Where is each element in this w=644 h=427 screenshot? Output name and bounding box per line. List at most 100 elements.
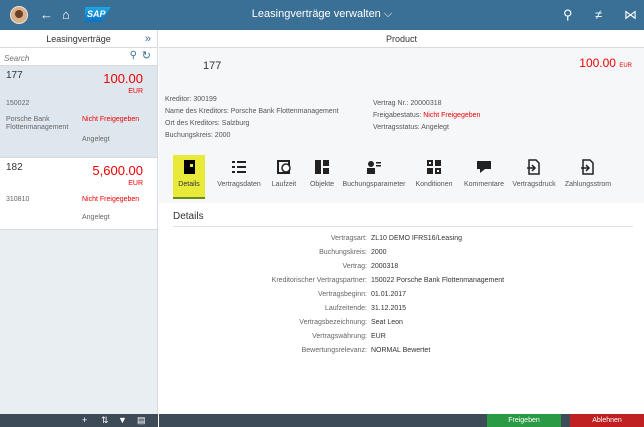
item-currency: EUR bbox=[128, 180, 143, 187]
form-row: Vertrag: 2000318 bbox=[159, 263, 644, 273]
group-icon[interactable]: ▤ bbox=[137, 415, 146, 426]
item-amount: 100.00 bbox=[103, 71, 143, 86]
objects-icon bbox=[314, 159, 330, 175]
tab-kommentare[interactable]: Kommentare bbox=[462, 155, 506, 199]
field-label: Vertragswährung: bbox=[312, 333, 367, 340]
master-footer: + ⇅ ▼ ▤ bbox=[0, 414, 158, 427]
form-row: Vertragsbezeichnung: Seat Leon bbox=[159, 319, 644, 329]
detail-header: Product bbox=[159, 30, 644, 48]
field-label: Vertragsbezeichnung: bbox=[299, 319, 367, 326]
tab-objekte[interactable]: Objekte bbox=[306, 155, 338, 199]
tab-konditionen[interactable]: Konditionen bbox=[414, 155, 454, 199]
field-label: Bewertungsrelevanz: bbox=[301, 347, 367, 354]
attr-release-status: Freigabestatus: Nicht Freigegeben bbox=[373, 112, 480, 119]
item-vendor-id: 150022 bbox=[6, 100, 30, 107]
field-value: 150022 Porsche Bank Flottenmanagement bbox=[371, 277, 505, 284]
tab-zahlungsstrom[interactable]: Zahlungsstrom bbox=[561, 155, 615, 199]
details-icon bbox=[181, 159, 197, 175]
shell-bar: ← ⌂ SAP Leasingverträge verwalten ⌵ ⚲ ≠ … bbox=[0, 0, 644, 30]
item-amount: 5,600.00 bbox=[92, 163, 143, 178]
calendar-clock-icon bbox=[276, 159, 292, 175]
search-icon[interactable]: ⚲ bbox=[563, 7, 573, 23]
item-release-status: Nicht Freigegeben bbox=[82, 116, 140, 123]
list-icon bbox=[231, 159, 247, 175]
tab-label: Vertragsdruck bbox=[512, 181, 556, 188]
attr-value: Nicht Freigegeben bbox=[423, 112, 481, 119]
attr-company-code: Buchungskreis: 2000 bbox=[165, 132, 231, 139]
attr-label: Vertrag Nr.: bbox=[373, 100, 411, 107]
attr-vendor-city: Ort des Kreditors: Salzburg bbox=[165, 120, 250, 127]
detail-panel: Product 177 100.00 EUR Kreditor: 300199 … bbox=[159, 30, 644, 427]
form-row: Vertragsbeginn: 01.01.2017 bbox=[159, 291, 644, 301]
item-currency: EUR bbox=[128, 88, 143, 95]
field-label: Vertragsart: bbox=[330, 235, 367, 242]
add-icon[interactable]: + bbox=[82, 415, 87, 425]
tab-buchungsparameter[interactable]: Buchungsparameter bbox=[341, 155, 407, 199]
item-release-status: Nicht Freigegeben bbox=[82, 196, 140, 203]
list-item[interactable]: 177 100.00 EUR 150022 Porsche Bank Flott… bbox=[0, 66, 157, 158]
reject-button[interactable]: Ablehnen bbox=[570, 414, 644, 427]
sort-icon[interactable]: ⇅ bbox=[101, 415, 109, 426]
list-item[interactable]: 182 5,600.00 EUR 310810 Nicht Freigegebe… bbox=[0, 158, 157, 230]
item-contract-status: Angelegt bbox=[82, 214, 110, 221]
approve-button[interactable]: Freigeben bbox=[487, 414, 561, 427]
field-value: 2000 bbox=[371, 249, 387, 256]
tab-label: Objekte bbox=[309, 181, 335, 188]
item-number: 177 bbox=[6, 70, 23, 81]
field-value: 2000318 bbox=[371, 263, 399, 270]
form-row: Vertragswährung: EUR bbox=[159, 333, 644, 343]
field-value: Seat Leon bbox=[371, 319, 403, 326]
form-row: Buchungskreis: 2000 bbox=[159, 249, 644, 259]
field-label: Kreditorischer Vertragspartner: bbox=[271, 277, 367, 284]
tab-label: Buchungsparameter bbox=[342, 181, 406, 188]
object-header: 177 100.00 EUR Kreditor: 300199 Name des… bbox=[159, 48, 644, 203]
attr-contract-status: Vertragsstatus: Angelegt bbox=[373, 124, 449, 131]
tab-vertragsdruck[interactable]: Vertragsdruck bbox=[511, 155, 557, 199]
master-title: Leasingverträge bbox=[46, 34, 111, 44]
app-title[interactable]: Leasingverträge verwalten ⌵ bbox=[0, 8, 644, 21]
form-row: Laufzeitende: 31.12.2015 bbox=[159, 305, 644, 315]
attr-value: Angelegt bbox=[421, 124, 449, 131]
form-row: Kreditorischer Vertragspartner: 150022 Po… bbox=[159, 277, 644, 287]
field-label: Laufzeitende: bbox=[324, 305, 367, 312]
object-title: 177 bbox=[203, 60, 222, 72]
attr-contract-no: Vertrag Nr.: 20000318 bbox=[373, 100, 442, 107]
master-header: Leasingverträge » bbox=[0, 30, 157, 48]
tab-label: Details bbox=[178, 181, 200, 188]
double-chevron-right-icon[interactable]: » bbox=[145, 30, 151, 48]
item-contract-status: Angelegt bbox=[82, 136, 110, 143]
field-value: ZL10 DEMO IFRS16/Leasing bbox=[371, 235, 463, 242]
filter-icon[interactable]: ▼ bbox=[118, 415, 127, 425]
tab-label: Kommentare bbox=[463, 181, 505, 188]
item-number: 182 bbox=[6, 162, 23, 173]
field-value: 31.12.2015 bbox=[371, 305, 407, 312]
tab-label: Laufzeit bbox=[271, 181, 297, 188]
section-title: Details bbox=[173, 211, 204, 222]
attr-label: Freigabestatus: bbox=[373, 112, 424, 119]
object-amount: 100.00 EUR bbox=[579, 56, 632, 70]
field-label: Buchungskreis: bbox=[319, 249, 367, 256]
tab-label: Konditionen bbox=[415, 181, 453, 188]
tab-vertragsdaten[interactable]: Vertragsdaten bbox=[215, 155, 263, 199]
comment-icon bbox=[476, 159, 492, 175]
master-panel: Leasingverträge » ⚲ ↻ 177 100.00 EUR 150… bbox=[0, 30, 158, 427]
search-icon[interactable]: ⚲ bbox=[130, 50, 137, 61]
attr-vendor: Kreditor: 300199 bbox=[165, 96, 217, 103]
filter-icon[interactable]: ≠ bbox=[595, 7, 602, 23]
icon-tab-bar: Details Vertragsdaten Laufzeit Objekte B… bbox=[159, 155, 644, 199]
attr-vendor-name: Name des Kreditors: Porsche Bank Flotten… bbox=[165, 108, 339, 115]
object-amount-value: 100.00 bbox=[579, 56, 616, 70]
object-amount-currency: EUR bbox=[619, 63, 632, 69]
form-row: Bewertungsrelevanz: NORMAL Bewertet bbox=[159, 347, 644, 357]
copilot-icon[interactable]: ⋈ bbox=[624, 7, 637, 23]
conditions-icon bbox=[426, 159, 442, 175]
tab-label: Zahlungsstrom bbox=[564, 181, 612, 188]
tab-details[interactable]: Details bbox=[173, 155, 205, 199]
search-input[interactable] bbox=[0, 50, 100, 67]
field-label: Vertrag: bbox=[342, 263, 367, 270]
search-bar: ⚲ ↻ bbox=[0, 48, 157, 67]
form-row: Vertragsart: ZL10 DEMO IFRS16/Leasing bbox=[159, 235, 644, 245]
attr-value: 20000318 bbox=[410, 100, 442, 107]
refresh-icon[interactable]: ↻ bbox=[142, 49, 151, 62]
tab-laufzeit[interactable]: Laufzeit bbox=[269, 155, 299, 199]
